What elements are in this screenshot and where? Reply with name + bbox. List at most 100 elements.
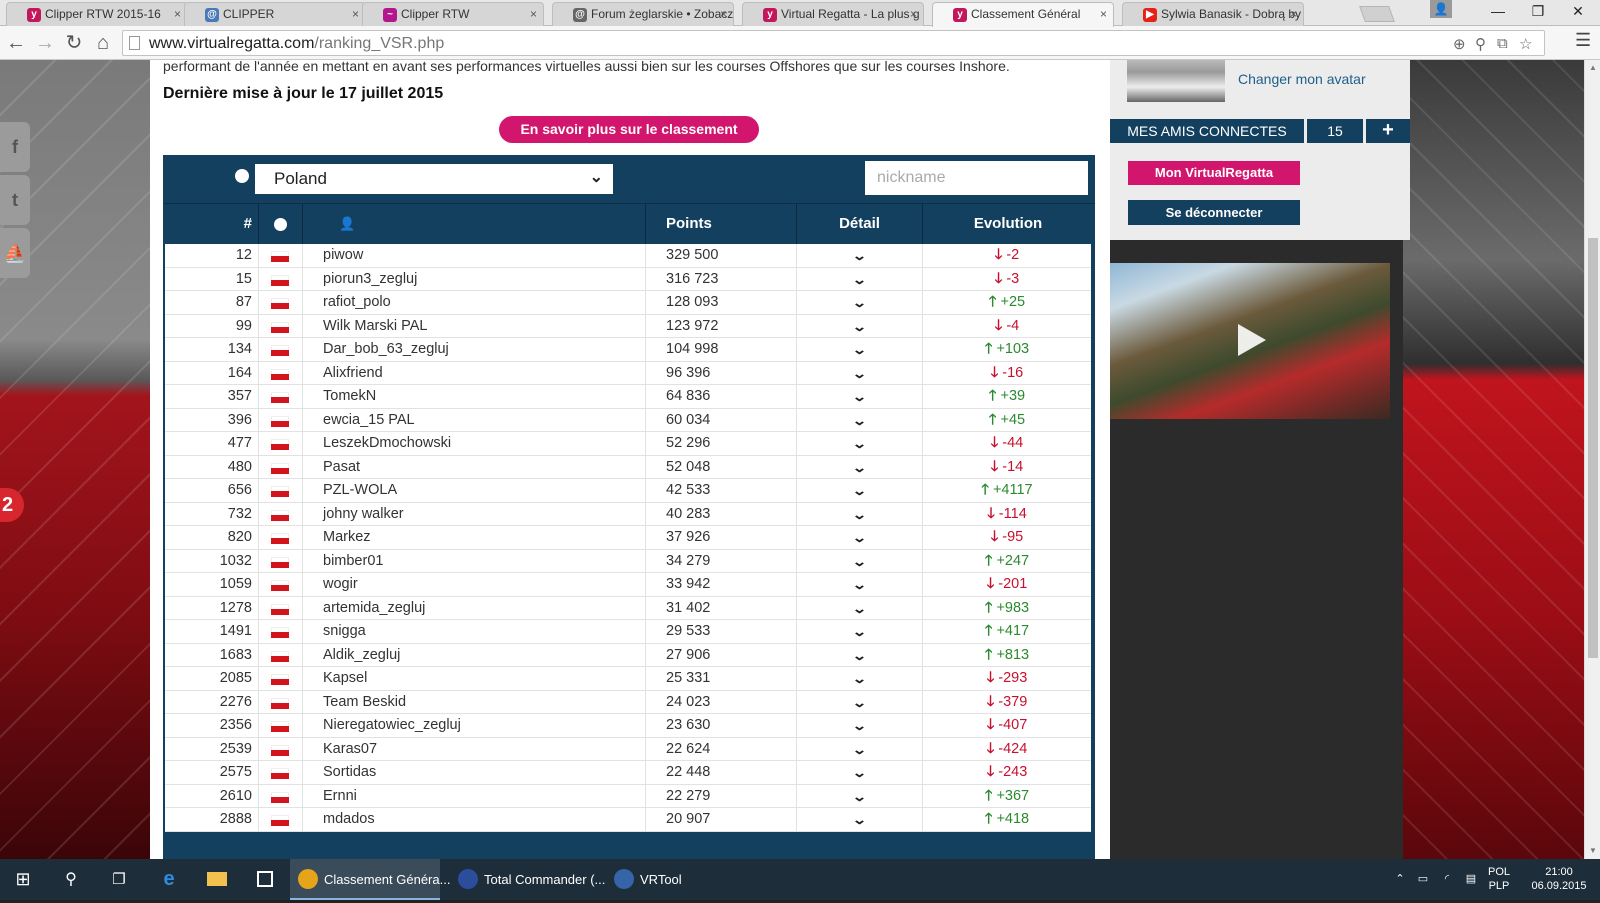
table-row[interactable]: 2276 Team Beskid 24 023 ⌄ 🡓 -379 [165, 690, 1091, 714]
player-name[interactable]: LeszekDmochowski [303, 432, 646, 455]
detail-toggle[interactable]: ⌄ [797, 455, 923, 479]
detail-toggle[interactable]: ⌄ [797, 267, 923, 291]
notifications-icon[interactable]: ▤ [1460, 859, 1482, 900]
battery-icon[interactable]: ▭ [1412, 859, 1434, 900]
table-row[interactable]: 1032 bimber01 34 279 ⌄ 🡑 +247 [165, 549, 1091, 573]
detail-toggle[interactable]: ⌄ [797, 761, 923, 784]
close-tab-icon[interactable]: × [720, 7, 727, 21]
chevron-down-icon[interactable]: ⌄ [852, 644, 867, 667]
chevron-down-icon[interactable]: ⌄ [852, 691, 867, 714]
header-evolution[interactable]: Evolution [923, 204, 1093, 245]
detail-toggle[interactable]: ⌄ [797, 526, 923, 549]
chevron-down-icon[interactable]: ⌄ [852, 526, 867, 549]
detail-toggle[interactable]: ⌄ [797, 690, 923, 714]
table-row[interactable]: 2610 Ernni 22 279 ⌄ 🡑 +367 [165, 784, 1091, 808]
player-name[interactable]: rafiot_polo [303, 291, 646, 314]
taskbar-app[interactable]: Total Commander (... [450, 859, 605, 900]
facebook-icon[interactable]: f [0, 122, 30, 172]
file-explorer-icon[interactable] [194, 859, 240, 900]
player-name[interactable]: bimber01 [303, 549, 646, 573]
chevron-down-icon[interactable]: ⌄ [852, 714, 867, 737]
header-rank[interactable]: # [163, 204, 259, 245]
player-name[interactable]: snigga [303, 620, 646, 643]
pin-icon[interactable]: ⚲ [1475, 35, 1486, 53]
scroll-up-icon[interactable]: ▲ [1589, 63, 1597, 72]
table-row[interactable]: 1059 wogir 33 942 ⌄ 🡓 -201 [165, 573, 1091, 597]
add-friend-button[interactable]: + [1366, 119, 1410, 143]
browser-tab[interactable]: ~ Clipper RTW × [362, 2, 544, 26]
start-icon[interactable]: ⊞ [0, 859, 46, 900]
twitter-icon[interactable]: t [0, 175, 30, 225]
chevron-down-icon[interactable]: ⌄ [852, 761, 867, 784]
detail-toggle[interactable]: ⌄ [797, 502, 923, 526]
chevron-down-icon[interactable]: ⌄ [852, 315, 867, 338]
player-name[interactable]: piorun3_zegluj [303, 267, 646, 291]
back-icon[interactable]: ← [4, 31, 28, 55]
player-name[interactable]: Wilk Marski PAL [303, 314, 646, 338]
language-indicator[interactable]: POL PLP [1482, 859, 1516, 900]
detail-toggle[interactable]: ⌄ [797, 244, 923, 267]
detail-toggle[interactable]: ⌄ [797, 808, 923, 831]
logout-button[interactable]: Se déconnecter [1128, 200, 1300, 225]
player-name[interactable]: TomekN [303, 385, 646, 408]
detail-toggle[interactable]: ⌄ [797, 596, 923, 620]
restore-button[interactable]: ❐ [1518, 0, 1558, 22]
wifi-icon[interactable]: ◜ [1436, 859, 1458, 900]
chevron-down-icon[interactable]: ⌄ [852, 808, 867, 831]
chevron-down-icon[interactable]: ⌄ [852, 550, 867, 573]
player-name[interactable]: mdados [303, 808, 646, 831]
player-name[interactable]: Kapsel [303, 667, 646, 690]
player-name[interactable]: Karas07 [303, 737, 646, 761]
detail-toggle[interactable]: ⌄ [797, 338, 923, 361]
play-icon[interactable] [1230, 320, 1270, 360]
table-row[interactable]: 357 TomekN 64 836 ⌄ 🡑 +39 [165, 385, 1091, 409]
search-icon[interactable]: ⚲ [48, 859, 94, 900]
close-tab-icon[interactable]: × [174, 7, 181, 21]
chevron-down-icon[interactable]: ⌄ [852, 620, 867, 643]
table-row[interactable]: 99 Wilk Marski PAL 123 972 ⌄ 🡓 -4 [165, 314, 1091, 338]
table-row[interactable]: 1683 Aldik_zegluj 27 906 ⌄ 🡑 +813 [165, 643, 1091, 667]
video-thumbnail[interactable] [1110, 263, 1390, 419]
minimize-button[interactable]: — [1478, 0, 1518, 22]
chevron-down-icon[interactable]: ⌄ [852, 244, 867, 267]
browser-tab[interactable]: @ Forum żeglarskie • Zobacz × [552, 2, 734, 26]
address-bar[interactable]: www.virtualregatta.com/ranking_VSR.php ⊕… [122, 30, 1545, 56]
chevron-down-icon[interactable]: ⌄ [852, 597, 867, 620]
task-view-icon[interactable]: ❐ [96, 859, 142, 900]
chevron-down-icon[interactable]: ⌄ [852, 785, 867, 808]
player-name[interactable]: Ernni [303, 784, 646, 808]
chevron-down-icon[interactable]: ⌄ [852, 268, 867, 291]
avatar[interactable] [1127, 60, 1225, 102]
chevron-down-icon[interactable]: ⌄ [852, 667, 867, 690]
player-name[interactable]: Sortidas [303, 761, 646, 784]
detail-toggle[interactable]: ⌄ [797, 291, 923, 314]
table-row[interactable]: 2539 Karas07 22 624 ⌄ 🡓 -424 [165, 737, 1091, 761]
player-name[interactable]: Team Beskid [303, 690, 646, 714]
friends-label[interactable]: MES AMIS CONNECTES [1110, 119, 1304, 143]
boat-icon[interactable]: ⛵ [0, 228, 30, 278]
scroll-down-icon[interactable]: ▼ [1589, 846, 1597, 855]
url-text[interactable]: www.virtualregatta.com/ranking_VSR.php [149, 35, 444, 53]
forward-icon[interactable]: → [33, 31, 57, 55]
table-row[interactable]: 1278 artemida_zegluj 31 402 ⌄ 🡑 +983 [165, 596, 1091, 620]
player-name[interactable]: wogir [303, 573, 646, 596]
detail-toggle[interactable]: ⌄ [797, 620, 923, 643]
detail-toggle[interactable]: ⌄ [797, 361, 923, 385]
table-row[interactable]: 1491 snigga 29 533 ⌄ 🡑 +417 [165, 620, 1091, 644]
my-virtualregatta-button[interactable]: Mon VirtualRegatta [1128, 161, 1300, 185]
table-row[interactable]: 15 piorun3_zegluj 316 723 ⌄ 🡓 -3 [165, 267, 1091, 291]
detail-toggle[interactable]: ⌄ [797, 314, 923, 338]
detail-toggle[interactable]: ⌄ [797, 714, 923, 737]
learn-more-button[interactable]: En savoir plus sur le classement [499, 116, 759, 143]
header-detail[interactable]: Détail [797, 204, 923, 245]
translate-icon[interactable]: ⧉ [1497, 35, 1508, 52]
chevron-down-icon[interactable]: ⌄ [852, 291, 867, 314]
table-row[interactable]: 2888 mdados 20 907 ⌄ 🡑 +418 [165, 808, 1091, 832]
table-row[interactable]: 480 Pasat 52 048 ⌄ 🡓 -14 [165, 455, 1091, 479]
table-row[interactable]: 2085 Kapsel 25 331 ⌄ 🡓 -293 [165, 667, 1091, 691]
country-select[interactable]: Poland ⌄ [255, 164, 613, 194]
reload-icon[interactable]: ↻ [62, 31, 86, 55]
player-name[interactable]: PZL-WOLA [303, 479, 646, 502]
taskbar-app[interactable]: Classement Généra... [290, 859, 450, 900]
zoom-icon[interactable]: ⊕ [1453, 35, 1466, 53]
